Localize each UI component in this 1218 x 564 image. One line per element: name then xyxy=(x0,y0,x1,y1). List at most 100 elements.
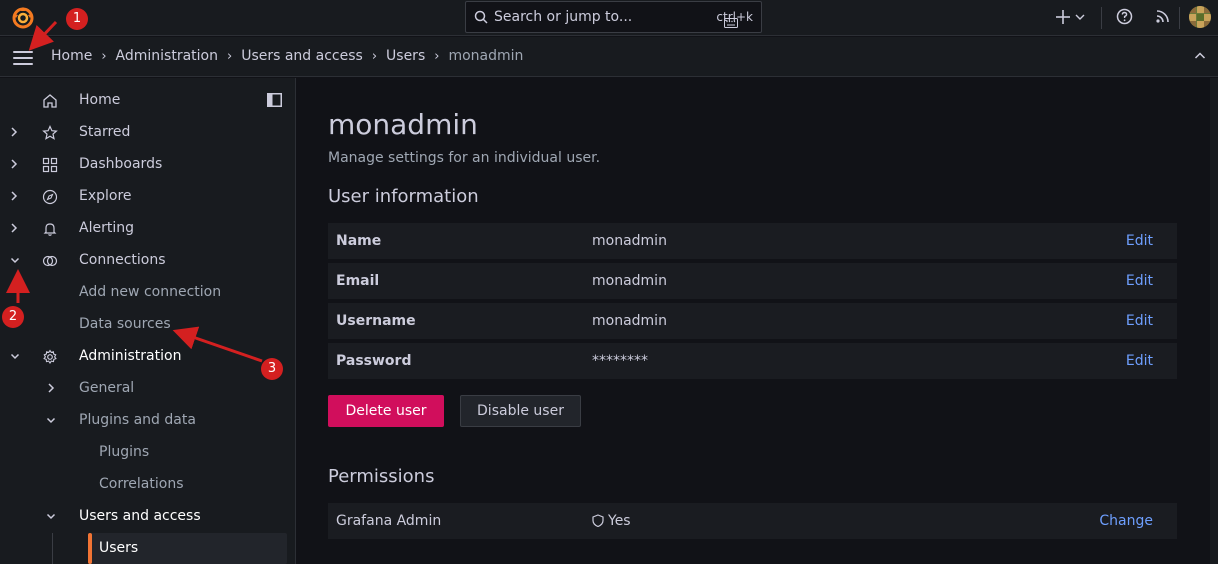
scrollbar[interactable] xyxy=(1210,78,1218,564)
sidebar-item-label: Users xyxy=(99,540,139,556)
chevron-down-icon[interactable] xyxy=(9,254,21,266)
toolbar-divider xyxy=(1101,7,1102,29)
edit-name-button[interactable]: Edit xyxy=(1126,233,1153,249)
gear-icon xyxy=(43,349,57,364)
sidebar-item-data-sources[interactable]: Data sources xyxy=(0,309,295,341)
table-row: Name monadmin Edit xyxy=(328,223,1177,259)
connections-icon xyxy=(42,255,58,267)
keyboard-icon xyxy=(724,18,739,28)
home-icon xyxy=(43,94,57,108)
chevron-down-icon[interactable] xyxy=(45,414,57,426)
search-placeholder: Search or jump to... xyxy=(494,9,633,25)
annotation-badge-2: 2 xyxy=(2,306,24,328)
shield-icon xyxy=(592,514,604,528)
row-value: monadmin xyxy=(592,233,667,249)
table-row: Email monadmin Edit xyxy=(328,263,1177,299)
change-permission-button[interactable]: Change xyxy=(1099,513,1153,529)
edit-username-button[interactable]: Edit xyxy=(1126,313,1153,329)
breadcrumb-users[interactable]: Users xyxy=(386,48,425,64)
sidebar-item-label: Home xyxy=(79,92,121,108)
sidebar-item-label: Dashboards xyxy=(79,156,163,172)
search-bar[interactable]: Search or jump to... ctrl+k xyxy=(465,1,762,33)
chevron-right-icon: › xyxy=(371,48,378,64)
chevron-right-icon: › xyxy=(434,48,440,64)
toolbar-divider xyxy=(1179,7,1180,29)
breadcrumb: Home › Administration › Users and access… xyxy=(51,48,523,64)
avatar[interactable] xyxy=(1189,6,1211,28)
chevron-down-icon[interactable] xyxy=(1075,13,1085,21)
search-shortcut: ctrl+k xyxy=(716,10,753,28)
row-value: Yes xyxy=(592,513,631,529)
breadcrumb-home[interactable]: Home xyxy=(51,48,92,64)
breadcrumb-administration[interactable]: Administration xyxy=(116,48,218,64)
help-icon[interactable] xyxy=(1116,8,1133,25)
disable-user-button[interactable]: Disable user xyxy=(460,395,581,427)
row-value: monadmin xyxy=(592,313,667,329)
plus-icon[interactable] xyxy=(1055,8,1071,26)
chevron-right-icon[interactable] xyxy=(9,126,19,138)
search-icon xyxy=(474,10,488,24)
sidebar-item-add-new-connection[interactable]: Add new connection xyxy=(0,277,295,309)
row-key: Password xyxy=(336,353,412,369)
sidebar-item-label: Starred xyxy=(79,124,131,140)
sidebar-item-label: Alerting xyxy=(79,220,134,236)
section-title-permissions: Permissions xyxy=(328,466,435,487)
row-value: monadmin xyxy=(592,273,667,289)
sidebar-item-home[interactable]: Home xyxy=(0,85,295,117)
delete-user-button[interactable]: Delete user xyxy=(328,395,444,427)
top-bar: Search or jump to... ctrl+k xyxy=(0,0,1218,36)
table-row: Grafana Admin Yes Change xyxy=(328,503,1177,539)
sidebar-item-plugins[interactable]: Plugins xyxy=(0,437,295,469)
compass-icon xyxy=(42,189,58,205)
page-subtitle: Manage settings for an individual user. xyxy=(328,150,601,166)
sidebar-item-label: General xyxy=(79,380,135,396)
page-title: monadmin xyxy=(328,108,478,141)
edit-password-button[interactable]: Edit xyxy=(1126,353,1153,369)
section-title-user-information: User information xyxy=(328,186,479,207)
chevron-right-icon: › xyxy=(227,48,233,64)
breadcrumb-users-and-access[interactable]: Users and access xyxy=(241,48,363,64)
sidebar-item-starred[interactable]: Starred xyxy=(0,117,295,149)
chevron-down-icon[interactable] xyxy=(9,350,21,362)
annotation-badge-3: 3 xyxy=(261,358,283,380)
chevron-right-icon[interactable] xyxy=(9,222,19,234)
breadcrumb-current: monadmin xyxy=(448,48,524,64)
sidebar-item-correlations[interactable]: Correlations xyxy=(0,469,295,501)
sidebar-item-administration[interactable]: Administration xyxy=(0,341,295,373)
sidebar-item-label: Add new connection xyxy=(79,284,222,300)
row-key: Grafana Admin xyxy=(336,513,442,529)
edit-email-button[interactable]: Edit xyxy=(1126,273,1153,289)
grafana-logo-icon[interactable] xyxy=(10,4,36,30)
row-value: ******** xyxy=(592,353,648,369)
chevron-right-icon[interactable] xyxy=(9,158,19,170)
sidebar-item-general[interactable]: General xyxy=(0,373,295,405)
chevron-up-icon[interactable] xyxy=(1194,51,1206,61)
chevron-right-icon[interactable] xyxy=(9,190,19,202)
sidebar-item-alerting[interactable]: Alerting xyxy=(0,213,295,245)
menu-icon[interactable] xyxy=(13,51,33,65)
table-row: Password ******** Edit xyxy=(328,343,1177,379)
sidebar-item-label: Plugins and data xyxy=(79,412,196,428)
news-feed-icon[interactable] xyxy=(1155,8,1171,24)
sidebar-item-label: Connections xyxy=(79,252,166,268)
sidebar-item-dashboards[interactable]: Dashboards xyxy=(0,149,295,181)
chevron-down-icon[interactable] xyxy=(45,510,57,522)
row-key: Username xyxy=(336,313,416,329)
sidebar-item-label: Users and access xyxy=(79,508,201,524)
sidebar-item-explore[interactable]: Explore xyxy=(0,181,295,213)
chevron-right-icon: › xyxy=(101,48,107,64)
sidebar-item-plugins-and-data[interactable]: Plugins and data xyxy=(0,405,295,437)
chevron-right-icon[interactable] xyxy=(46,382,56,394)
sidebar-item-users-label-row[interactable]: Users xyxy=(0,533,295,564)
sidebar-item-users-and-access[interactable]: Users and access xyxy=(0,501,295,533)
sidebar: Home Starred Dashboards Explore Alerting… xyxy=(0,78,296,564)
row-key: Name xyxy=(336,233,382,249)
bell-icon xyxy=(43,223,57,236)
sidebar-item-label: Explore xyxy=(79,188,132,204)
annotation-badge-1: 1 xyxy=(66,8,88,30)
permission-value: Yes xyxy=(608,513,631,529)
sidebar-item-label: Plugins xyxy=(99,444,150,460)
table-row: Username monadmin Edit xyxy=(328,303,1177,339)
sidebar-item-connections[interactable]: Connections xyxy=(0,245,295,277)
sidebar-item-label: Correlations xyxy=(99,476,184,492)
